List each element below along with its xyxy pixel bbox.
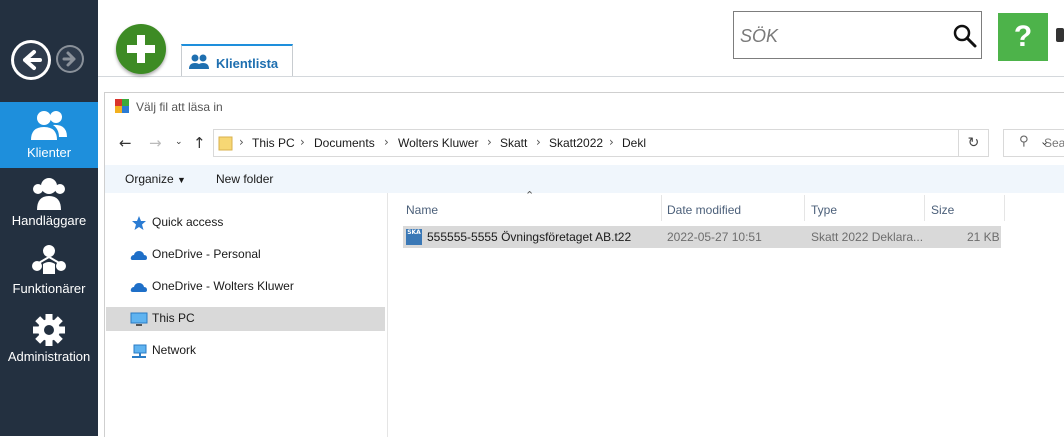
tab-label: Klientlista (216, 56, 279, 71)
file-list: ⌃ Name Date modified Type Size SKA 55555… (387, 189, 1064, 437)
nav-item-onedrive-personal[interactable]: OneDrive - Personal (106, 243, 385, 267)
file-size: 21 KB (967, 230, 1000, 244)
sidebar-item-label: Administration (7, 349, 91, 364)
organize-button[interactable]: Organize ▼ (125, 172, 186, 186)
nav-item-this-pc[interactable]: This PC (106, 307, 385, 331)
nav-item-label: This PC (152, 311, 195, 325)
chevron-right-icon: › (609, 135, 614, 149)
column-header-type[interactable]: Type (811, 203, 837, 217)
sidebar-item-label: Funktionärer (12, 281, 86, 296)
nav-item-onedrive-wk[interactable]: OneDrive - Wolters Kluwer (106, 275, 385, 299)
organize-label: Organize (125, 172, 174, 186)
dialog-search-box[interactable]: ⚲ Sear (1003, 129, 1064, 157)
chevron-right-icon: › (300, 135, 305, 149)
new-folder-button[interactable]: New folder (216, 172, 273, 186)
search-icon[interactable] (953, 24, 977, 48)
clients-icon (31, 111, 67, 140)
handlers-icon (33, 178, 65, 210)
breadcrumb-item[interactable]: This PC (252, 136, 295, 150)
dialog-title: Välj fil att läsa in (136, 100, 223, 114)
breadcrumb-item[interactable]: Dekl (622, 136, 646, 150)
folder-icon (218, 136, 233, 151)
forward-button[interactable] (56, 45, 84, 73)
star-icon (132, 216, 146, 230)
file-date: 2022-05-27 10:51 (667, 230, 762, 244)
chevron-right-icon: › (487, 135, 492, 149)
column-divider[interactable] (661, 195, 662, 221)
column-header-date[interactable]: Date modified (667, 203, 741, 217)
dialog-toolbar: Organize ▼ New folder (105, 165, 1064, 193)
column-divider[interactable] (804, 195, 805, 221)
search-box (733, 11, 982, 59)
recent-dropdown-icon[interactable]: ⌄ (175, 137, 183, 147)
breadcrumb-item[interactable]: Wolters Kluwer (398, 136, 478, 150)
column-divider[interactable] (1004, 195, 1005, 221)
sidebar-item-label: Klienter (26, 145, 72, 160)
help-button[interactable]: ? (998, 13, 1048, 61)
nav-item-quick-access[interactable]: Quick access (106, 211, 385, 235)
refresh-button[interactable]: ↻ (959, 129, 989, 157)
file-type: Skatt 2022 Deklara... (811, 230, 924, 244)
chevron-right-icon: › (384, 135, 389, 149)
plus-icon (127, 35, 155, 63)
computer-icon (130, 312, 148, 326)
file-row[interactable]: SKA 555555-5555 Övningsföretaget AB.t22 … (403, 226, 1001, 248)
tab-klientlista[interactable]: Klientlista (181, 44, 293, 76)
column-header-size[interactable]: Size (931, 203, 954, 217)
sidebar-item-handlaggare[interactable]: Handläggare (0, 170, 98, 236)
dialog-search-placeholder: Sear (1044, 136, 1064, 150)
nav-item-network[interactable]: Network (106, 339, 385, 363)
sidebar-item-klienter[interactable]: Klienter (0, 102, 98, 168)
sort-ascending-icon: ⌃ (525, 189, 535, 202)
nav-item-label: OneDrive - Personal (152, 247, 261, 261)
app-icon (115, 99, 129, 113)
breadcrumb-item[interactable]: Skatt2022 (549, 136, 603, 150)
nav-item-label: Quick access (152, 215, 224, 229)
nav-item-label: Network (152, 343, 197, 357)
nav-item-label: OneDrive - Wolters Kluwer (152, 279, 294, 293)
column-divider[interactable] (924, 195, 925, 221)
sidebar-item-funktionarer[interactable]: Funktionärer (0, 238, 98, 304)
search-input[interactable] (738, 22, 942, 50)
up-arrow-icon[interactable]: ↑ (193, 134, 206, 152)
arrow-right-icon (62, 51, 76, 67)
file-name: 555555-5555 Övningsföretaget AB.t22 (427, 230, 632, 244)
breadcrumb-item[interactable]: Skatt (500, 136, 527, 150)
cloud-icon (130, 251, 147, 260)
navigation-pane: Quick access OneDrive - Personal OneDriv… (105, 193, 385, 437)
navigation-row: ← → ⌄ ↑ › This PC › Documents › Wolters … (105, 125, 1064, 161)
sidebar: Klienter Handläggare Funktionärer Admini… (0, 0, 98, 436)
address-bar[interactable]: › This PC › Documents › Wolters Kluwer ›… (213, 129, 1049, 157)
column-header-name[interactable]: Name (406, 203, 438, 217)
chevron-right-icon: › (239, 135, 244, 149)
caret-down-icon: ▼ (177, 175, 186, 185)
right-edge (1048, 0, 1064, 76)
add-client-button[interactable] (116, 24, 166, 74)
breadcrumb-item[interactable]: Documents (314, 136, 375, 150)
network-icon (132, 344, 147, 358)
gear-icon (33, 314, 65, 346)
overflow-icon[interactable] (1056, 26, 1064, 46)
search-icon: ⚲ (1019, 134, 1029, 149)
back-button[interactable] (11, 40, 51, 80)
back-arrow-icon[interactable]: ← (119, 134, 132, 152)
forward-arrow-icon[interactable]: → (149, 134, 162, 152)
officials-icon (32, 245, 66, 274)
t22-file-icon: SKA (406, 229, 422, 245)
cloud-icon (130, 283, 147, 292)
chevron-right-icon: › (536, 135, 541, 149)
sidebar-item-administration[interactable]: Administration (0, 306, 98, 372)
open-file-dialog: Välj fil att läsa in ← → ⌄ ↑ › This PC ›… (104, 92, 1064, 437)
sidebar-item-label: Handläggare (11, 213, 87, 228)
clients-icon (189, 54, 209, 69)
arrow-left-icon (23, 50, 42, 70)
